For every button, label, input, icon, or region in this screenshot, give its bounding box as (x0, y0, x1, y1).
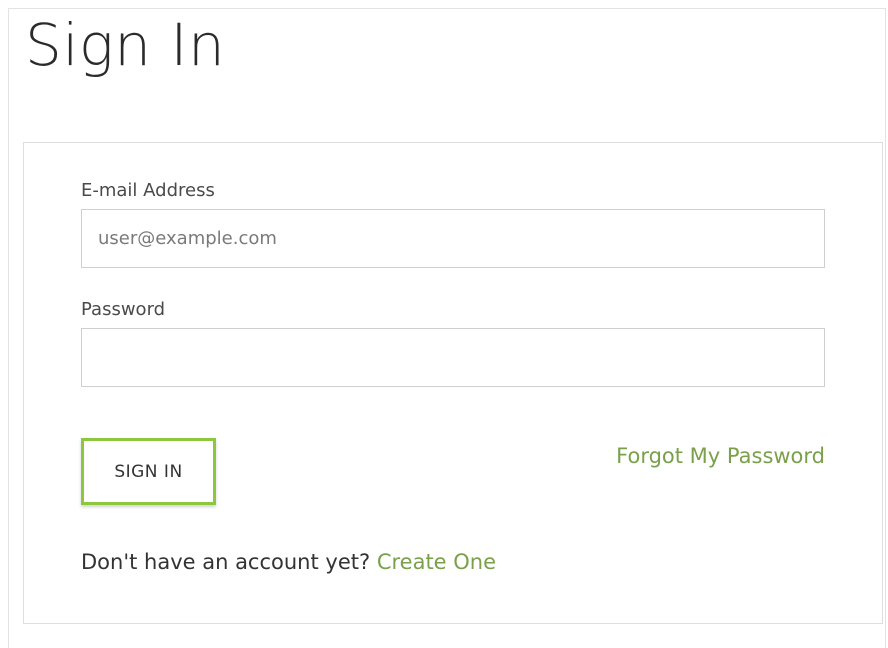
forgot-password-link[interactable]: Forgot My Password (616, 444, 825, 468)
create-account-link[interactable]: Create One (377, 550, 496, 574)
email-label: E-mail Address (81, 180, 215, 201)
email-field[interactable] (81, 209, 825, 268)
page-title: Sign In (25, 11, 226, 79)
no-account-text: Don't have an account yet? (81, 550, 371, 574)
password-field[interactable] (81, 328, 825, 387)
create-account-line: Don't have an account yet? Create One (81, 550, 496, 574)
sign-in-button[interactable]: SIGN IN (81, 438, 216, 505)
password-label: Password (81, 299, 166, 320)
